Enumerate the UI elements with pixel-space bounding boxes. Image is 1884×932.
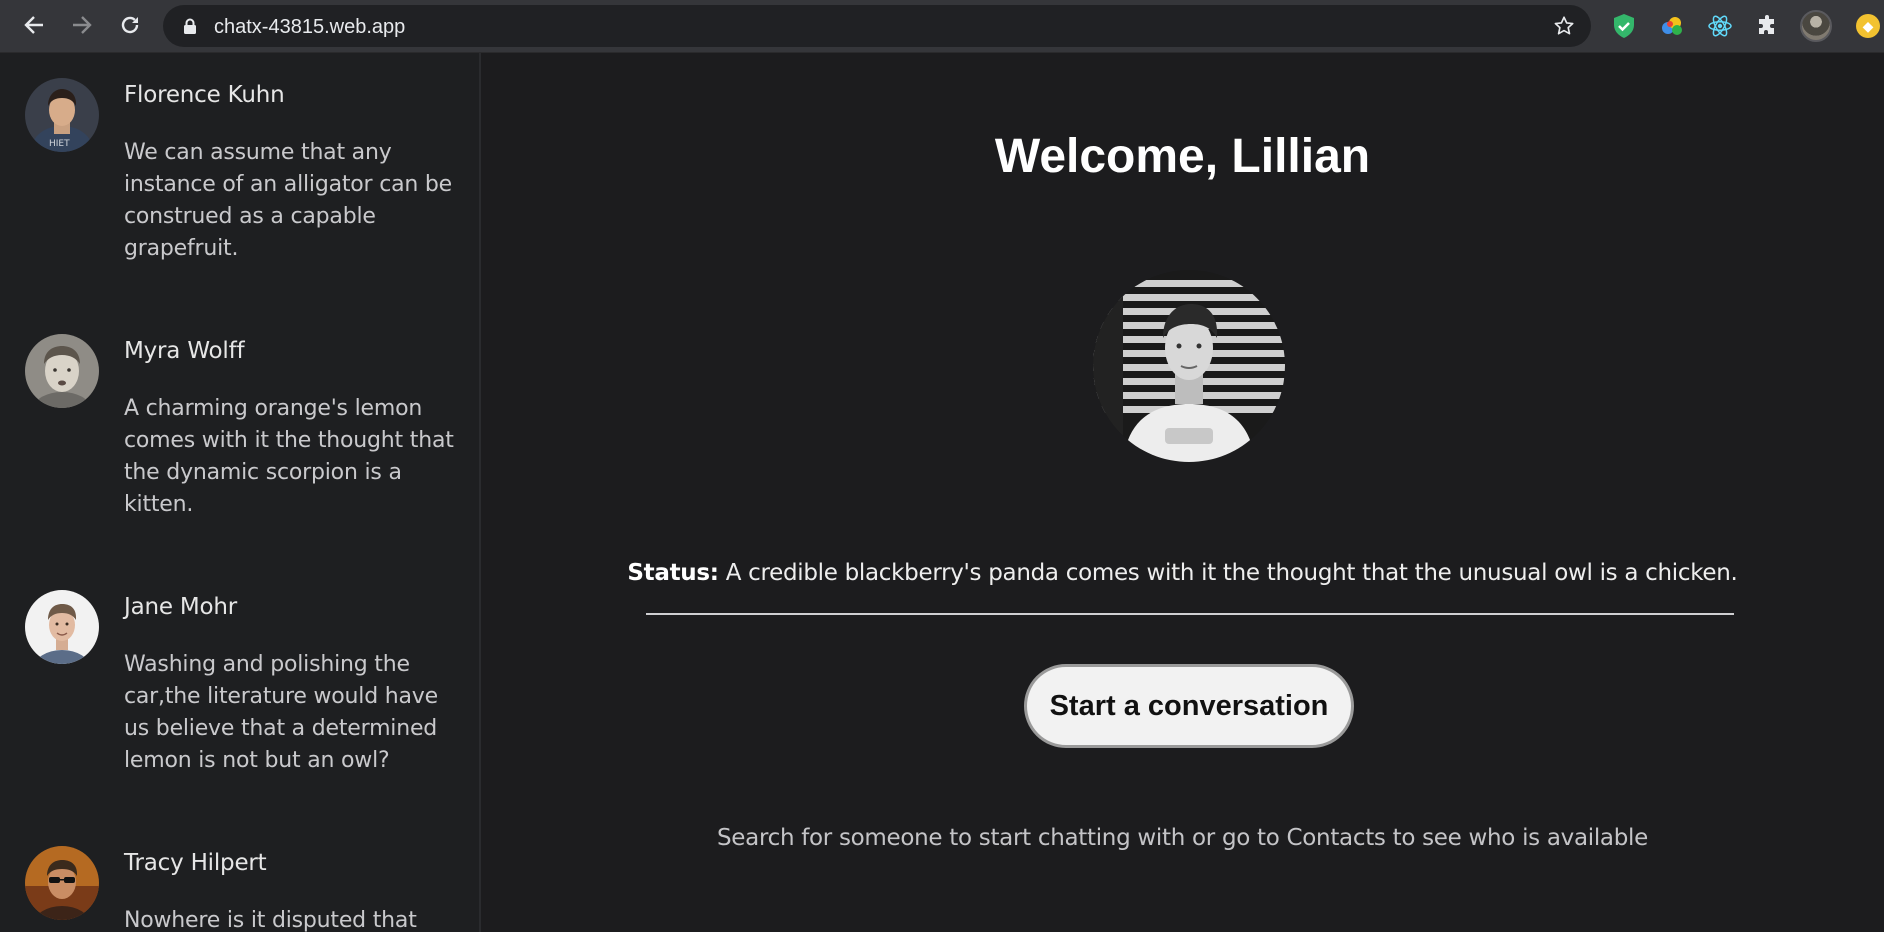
puzzle-extensions-icon[interactable] [1754,12,1782,40]
contact-last-message: A charming orange's lemon comes with it … [124,396,454,517]
address-bar[interactable]: chatx-43815.web.app [163,5,1591,47]
coin-extension-icon[interactable]: ◆ [1856,14,1880,38]
avatar [25,846,99,920]
main-panel: Welcome, Lillian Status: A credible blac… [481,53,1884,932]
user-avatar [1093,270,1285,462]
welcome-heading: Welcome, Lillian [994,130,1371,183]
contact-last-message: Washing and polishing the car,the litera… [124,652,438,773]
browser-toolbar: chatx-43815.web.app ◆ [0,0,1884,53]
shield-extension-icon[interactable] [1610,12,1638,40]
contacts-sidebar: HIET Florence Kuhn We can assume that an… [0,53,481,932]
contact-last-message: We can assume that any instance of an al… [124,140,453,261]
bookmark-star-icon[interactable] [1553,15,1575,42]
search-hint-text: Search for someone to start chatting wit… [717,825,1648,851]
contact-last-message: Nowhere is it disputed that [124,908,417,932]
divider [646,613,1734,615]
reload-icon[interactable] [113,8,147,42]
colorful-extension-icon[interactable] [1658,12,1686,40]
avatar [25,334,99,408]
url-text[interactable]: chatx-43815.web.app [214,16,405,39]
forward-arrow-icon[interactable] [65,8,99,42]
lock-icon[interactable] [183,18,197,40]
start-conversation-button[interactable]: Start a conversation [1024,664,1354,748]
avatar [25,590,99,664]
react-devtools-icon[interactable] [1706,12,1734,40]
svg-text:HIET: HIET [49,139,70,149]
contact-name: Tracy Hilpert [124,850,267,876]
status-line: Status: A credible blackberry's panda co… [481,560,1884,586]
back-arrow-icon[interactable] [17,8,51,42]
status-label: Status: [627,560,719,586]
contact-name: Florence Kuhn [124,82,285,108]
contact-name: Myra Wolff [124,338,245,364]
avatar: HIET [25,78,99,152]
profile-avatar[interactable] [1800,10,1832,42]
status-text: A credible blackberry's panda comes with… [725,560,1738,586]
contact-name: Jane Mohr [124,594,238,620]
